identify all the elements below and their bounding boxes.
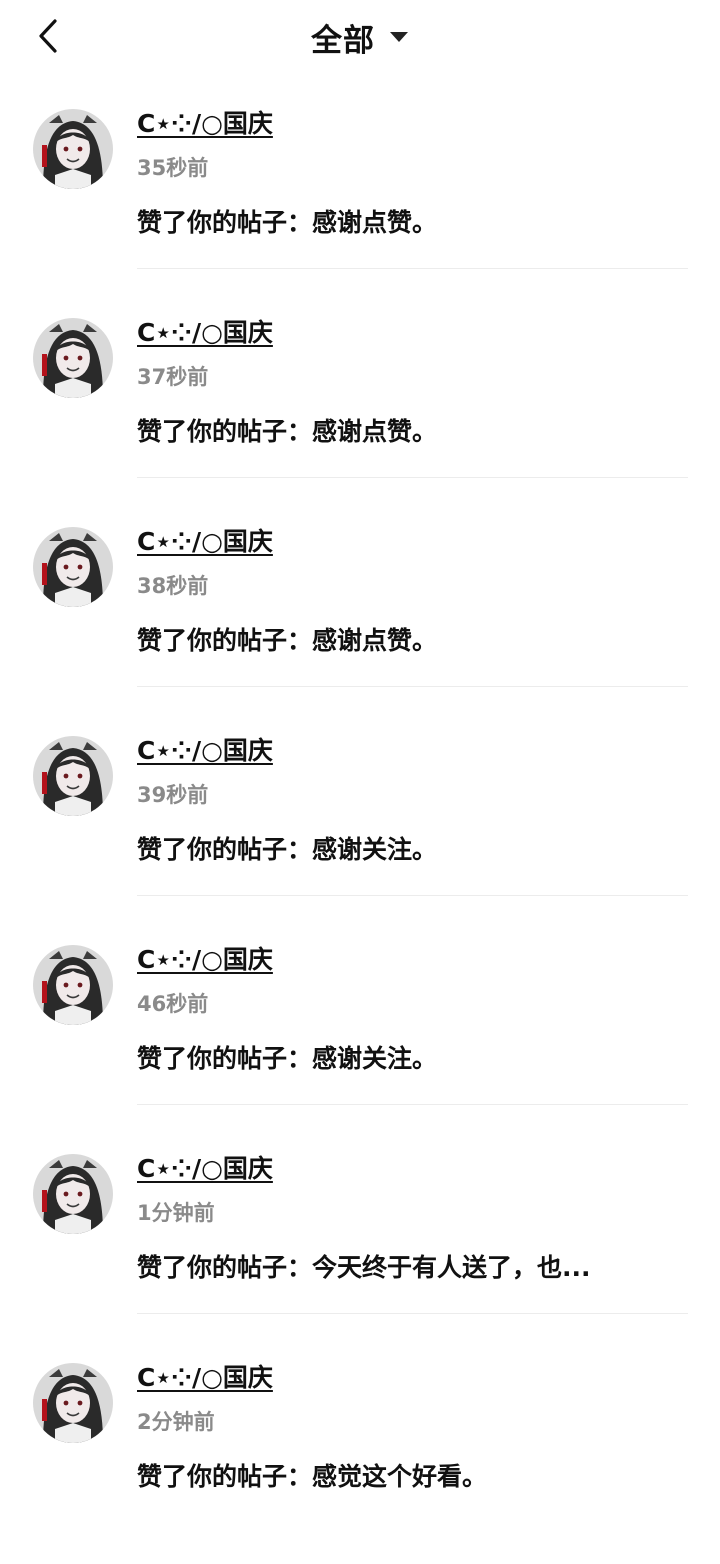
notification-list: C⋆⁘/○国庆 35秒前 赞了你的帖子：感谢点赞。 C⋆⁘/○国庆 37秒前 赞了你的帖子… [0, 101, 720, 1564]
timestamp: 38秒前 [137, 574, 209, 598]
top-bar: 全部 [0, 0, 720, 76]
user-name[interactable]: C⋆⁘/○国庆 [137, 1152, 273, 1186]
divider [137, 1313, 688, 1314]
avatar[interactable] [33, 527, 113, 607]
divider [137, 1104, 688, 1105]
user-name[interactable]: C⋆⁘/○国庆 [137, 525, 273, 559]
divider [137, 477, 688, 478]
list-item[interactable]: C⋆⁘/○国庆 1分钟前赞了你的帖子：今天终于有人送了，也... [0, 1146, 720, 1355]
avatar[interactable] [33, 318, 113, 398]
avatar[interactable] [33, 1154, 113, 1234]
title-area: 全部 [0, 14, 720, 60]
timestamp: 39秒前 [137, 783, 209, 807]
notification-message[interactable]: 赞了你的帖子：今天终于有人送了，也... [137, 1250, 689, 1286]
avatar[interactable] [33, 1363, 113, 1443]
list-item[interactable]: C⋆⁘/○国庆 39秒前赞了你的帖子：感谢关注。 [0, 728, 720, 937]
notification-message[interactable]: 赞了你的帖子：感谢关注。 [137, 1041, 689, 1077]
divider [137, 895, 688, 896]
notification-message[interactable]: 赞了你的帖子：感谢点赞。 [137, 623, 689, 659]
timestamp: 2分钟前 [137, 1410, 215, 1434]
avatar[interactable] [33, 109, 113, 189]
user-name[interactable]: C⋆⁘/○国庆 [137, 734, 273, 768]
notification-message[interactable]: 赞了你的帖子：感觉这个好看。 [137, 1459, 689, 1495]
list-item[interactable]: C⋆⁘/○国庆 38秒前赞了你的帖子：感谢点赞。 [0, 519, 720, 728]
notification-message[interactable]: 赞了你的帖子：感谢关注。 [137, 832, 689, 868]
avatar[interactable] [33, 736, 113, 816]
list-item[interactable]: C⋆⁘/○国庆 46秒前赞了你的帖子：感谢关注。 [0, 937, 720, 1146]
timestamp: 46秒前 [137, 992, 209, 1016]
timestamp: 35秒前 [137, 156, 209, 180]
caret-down-icon [389, 28, 409, 47]
user-name[interactable]: C⋆⁘/○国庆 [137, 943, 273, 977]
divider [137, 686, 688, 687]
page-title: 全部 [311, 22, 375, 59]
list-item[interactable]: C⋆⁘/○国庆 2分钟前赞了你的帖子：感觉这个好看。 [0, 1355, 720, 1564]
notification-message[interactable]: 赞了你的帖子：感谢点赞。 [137, 205, 689, 241]
divider [137, 268, 688, 269]
list-item[interactable]: C⋆⁘/○国庆 37秒前赞了你的帖子：感谢点赞。 [0, 310, 720, 519]
notification-message[interactable]: 赞了你的帖子：感谢点赞。 [137, 414, 689, 450]
timestamp: 1分钟前 [137, 1201, 215, 1225]
timestamp: 37秒前 [137, 365, 209, 389]
user-name[interactable]: C⋆⁘/○国庆 [137, 107, 273, 141]
user-name[interactable]: C⋆⁘/○国庆 [137, 316, 273, 350]
list-item[interactable]: C⋆⁘/○国庆 35秒前赞了你的帖子：感谢点赞。 [0, 101, 720, 310]
avatar[interactable] [33, 945, 113, 1025]
filter-dropdown[interactable]: 全部 [311, 15, 409, 60]
user-name[interactable]: C⋆⁘/○国庆 [137, 1361, 273, 1395]
